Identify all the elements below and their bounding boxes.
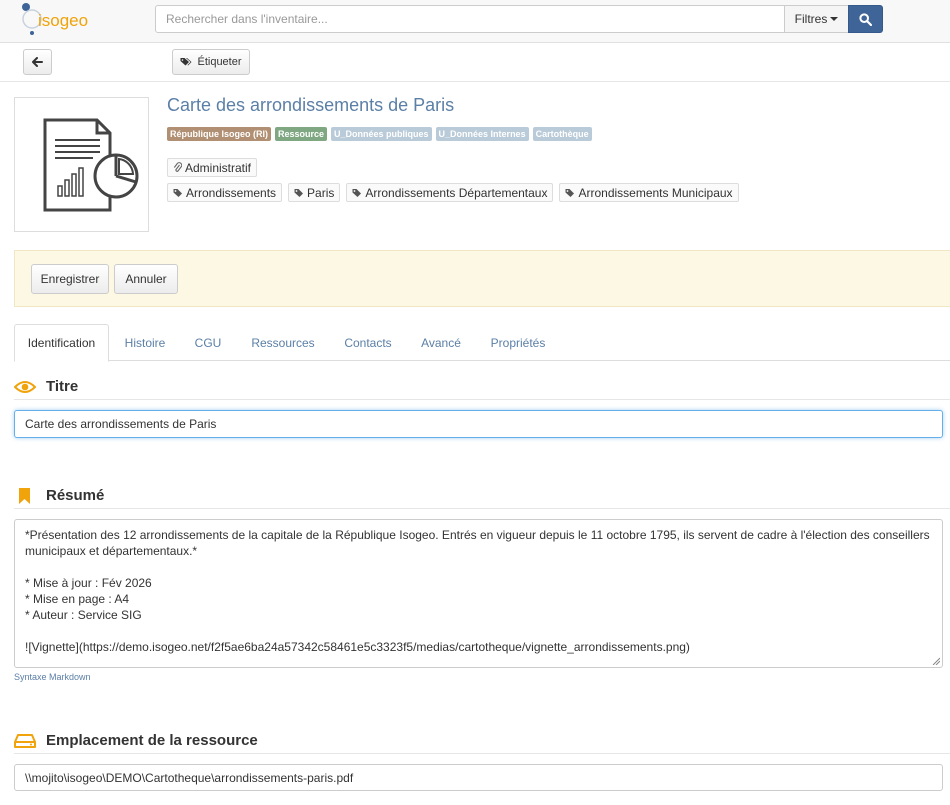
location-field[interactable] [14, 764, 943, 791]
badge-workgroup: République Isogeo (RI) [167, 127, 271, 141]
keyword-tag-label: Arrondissements [186, 185, 277, 200]
edit-action-panel: Enregistrer Annuler [14, 250, 950, 307]
tag-button[interactable]: Étiqueter [172, 49, 250, 75]
arrow-left-icon [32, 57, 43, 67]
tab-avance[interactable]: Avancé [414, 324, 468, 361]
bookmark-icon [19, 487, 30, 504]
tab-histoire[interactable]: Histoire [118, 324, 172, 361]
isogeo-logo[interactable]: isogeo [20, 2, 100, 40]
keyword-tag[interactable]: Arrondissements Départementaux [346, 183, 554, 202]
record-thumbnail [14, 97, 149, 232]
summary-line [25, 623, 932, 639]
title-section-heading: Titre [46, 378, 79, 395]
group-tag[interactable]: Administratif [167, 158, 258, 177]
eye-icon [14, 380, 36, 393]
top-navbar: isogeo Filtres [0, 0, 950, 43]
cancel-button[interactable]: Annuler [114, 264, 178, 294]
summary-section-heading: Résumé [46, 487, 105, 504]
resize-grip-icon[interactable] [932, 657, 940, 665]
tab-cgu[interactable]: CGU [186, 324, 230, 361]
summary-line: * Auteur : Service SIG [25, 608, 142, 622]
tab-contacts[interactable]: Contacts [338, 324, 398, 361]
keyword-tag[interactable]: Arrondissements Municipaux [559, 183, 739, 202]
summary-section-header: Résumé [14, 483, 950, 509]
keyword-tag-label: Paris [307, 185, 335, 200]
badge-type: Ressource [275, 127, 328, 141]
tags-icon [180, 58, 192, 66]
back-button[interactable] [23, 49, 52, 75]
svg-text:isogeo: isogeo [38, 11, 88, 30]
summary-line: * Mise en page : A4 [25, 592, 130, 606]
keyword-tags: Arrondissements Paris Arrondissements Dé… [167, 183, 739, 202]
filters-button[interactable]: Filtres [784, 5, 849, 33]
tag-icon [294, 188, 304, 197]
title-section-header: Titre [14, 374, 950, 400]
hard-drive-icon [14, 733, 36, 748]
summary-line: * Mise à jour : Fév 2026 [25, 576, 152, 590]
tag-button-label: Étiqueter [197, 56, 242, 68]
record-toolbar: Étiqueter [0, 43, 950, 82]
summary-line: *Présentation des 12 arrondissements de … [25, 528, 930, 558]
markdown-syntax-link[interactable]: Syntaxe Markdown [14, 672, 91, 682]
badge-catalog: Cartothèque [532, 127, 592, 141]
paperclip-icon [173, 162, 182, 172]
tag-icon [565, 188, 575, 197]
keyword-tag-label: Arrondissements Municipaux [578, 185, 733, 200]
location-section-heading: Emplacement de la ressource [46, 732, 258, 749]
search-input[interactable] [155, 5, 785, 33]
tab-proprietes[interactable]: Propriétés [484, 324, 552, 361]
badge-share: U_Données Internes [435, 127, 529, 141]
keyword-tag[interactable]: Paris [288, 183, 341, 202]
keyword-tag[interactable]: Arrondissements [167, 183, 283, 202]
record-title: Carte des arrondissements de Paris [167, 95, 455, 115]
title-field[interactable] [14, 410, 943, 438]
badge-share: U_Données publiques [331, 127, 432, 141]
search-icon [859, 12, 872, 26]
tag-icon [352, 188, 362, 197]
group-tag-label: Administratif [185, 160, 252, 175]
keyword-tag-label: Arrondissements Départementaux [365, 185, 548, 200]
filters-label: Filtres [794, 12, 828, 26]
caret-down-icon [830, 17, 839, 21]
document-chart-icon [43, 118, 139, 212]
search-button[interactable] [848, 5, 883, 33]
summary-line [25, 559, 932, 575]
tag-icon [173, 188, 182, 197]
save-button[interactable]: Enregistrer [31, 264, 109, 294]
record-tabs: Identification Histoire CGU Ressources C… [14, 324, 950, 362]
record-badges: République Isogeo (RI) Ressource U_Donné… [167, 127, 592, 141]
group-tags: Administratif [167, 158, 258, 177]
summary-textarea[interactable]: *Présentation des 12 arrondissements de … [14, 519, 943, 668]
summary-line: ![Vignette](https://demo.isogeo.net/f2f5… [25, 640, 690, 654]
location-section-header: Emplacement de la ressource [14, 728, 950, 754]
tab-identification[interactable]: Identification [14, 324, 109, 362]
tab-ressources[interactable]: Ressources [246, 324, 320, 361]
